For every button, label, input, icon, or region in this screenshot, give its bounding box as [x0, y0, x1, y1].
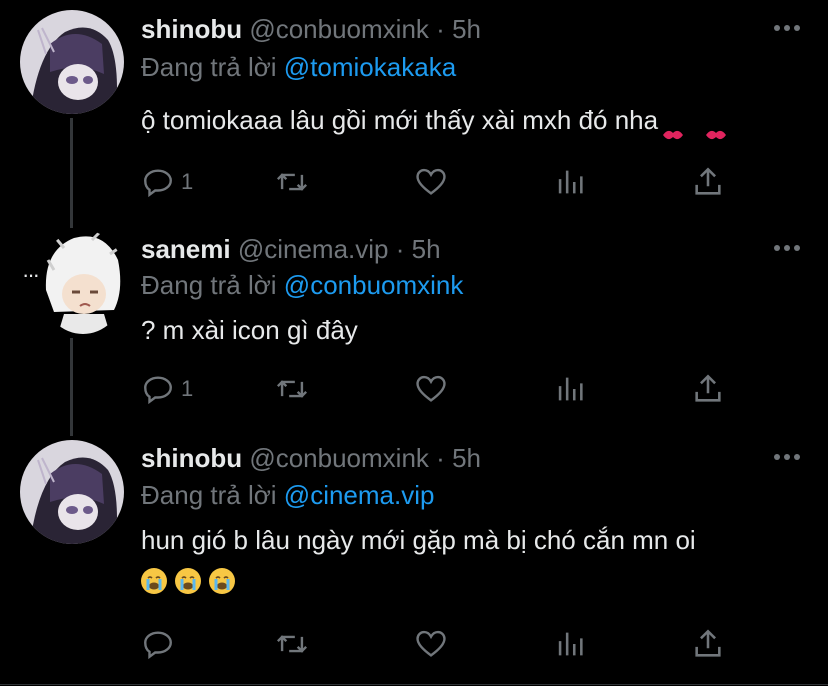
timestamp[interactable]: 5h — [412, 234, 441, 264]
avatar[interactable] — [44, 230, 122, 334]
tweet-text: ? m xài icon gì đây — [141, 312, 358, 348]
replying-to: Đang trả lời @cinema.vip — [141, 480, 434, 511]
replying-to-label: Đang trả lời — [141, 480, 277, 510]
replying-to: Đang trả lời @conbuomxink — [141, 270, 463, 301]
analytics-button[interactable] — [553, 162, 587, 202]
replying-to-label: Đang trả lời — [141, 52, 277, 82]
reply-icon — [144, 376, 172, 405]
crying-face-icon — [175, 568, 201, 594]
retweet-button[interactable] — [275, 624, 309, 664]
avatar[interactable] — [20, 440, 124, 544]
share-button[interactable] — [691, 369, 725, 409]
more-icon[interactable] — [774, 23, 800, 33]
share-button[interactable] — [691, 624, 725, 664]
tweet-actions: 1 — [141, 369, 761, 409]
retweet-icon — [276, 173, 308, 191]
timestamp[interactable]: 5h — [452, 443, 481, 473]
reply-count: 1 — [181, 376, 194, 401]
tweet-header: shinobu @conbuomxink · 5h — [141, 14, 481, 45]
retweet-icon — [276, 635, 308, 653]
tweet-header: shinobu @conbuomxink · 5h — [141, 443, 481, 474]
thread-line — [70, 338, 73, 436]
reply-button[interactable]: 1 — [141, 162, 193, 202]
reply-button[interactable]: 1 — [141, 369, 193, 409]
analytics-icon — [558, 632, 583, 656]
tweet-text: hun gió b lâu ngày mới gặp mà bị chó cắn… — [141, 522, 696, 558]
user-handle[interactable]: @cinema.vip — [238, 234, 389, 264]
retweet-button[interactable] — [275, 162, 309, 202]
tweet-actions — [141, 624, 761, 664]
tweet-actions: 1 — [141, 162, 761, 202]
replying-to: Đang trả lời @tomiokakaka — [141, 52, 456, 83]
like-button[interactable] — [414, 369, 448, 409]
more-icon[interactable] — [774, 243, 800, 253]
crying-face-icon — [141, 568, 167, 594]
share-icon — [695, 167, 721, 195]
share-button[interactable] — [691, 162, 725, 202]
tweet-text-content: ộ tomiokaaa lâu gồi mới thấy xài mxh đó … — [141, 105, 659, 135]
reply-button[interactable] — [141, 624, 181, 664]
analytics-button[interactable] — [553, 624, 587, 664]
timestamp[interactable]: 5h — [452, 14, 481, 44]
like-icon — [416, 168, 446, 195]
display-name[interactable]: sanemi — [141, 234, 231, 264]
emoji-row — [141, 568, 243, 598]
like-icon — [416, 630, 446, 657]
tweet-text-content: ? m xài icon gì đây — [141, 315, 358, 345]
retweet-icon — [276, 380, 308, 398]
like-icon — [416, 375, 446, 402]
display-name[interactable]: shinobu — [141, 443, 242, 473]
thread-line — [70, 118, 73, 228]
analytics-button[interactable] — [553, 369, 587, 409]
thread-ellipsis: ··· — [22, 262, 40, 287]
analytics-icon — [558, 170, 583, 194]
tweet-header: sanemi @cinema.vip · 5h — [141, 234, 441, 265]
analytics-icon — [558, 377, 583, 401]
mention-link[interactable]: @tomiokakaka — [284, 52, 456, 82]
divider — [0, 684, 828, 685]
reply-icon — [144, 169, 172, 198]
tweet-text-content: hun gió b lâu ngày mới gặp mà bị chó cắn… — [141, 525, 696, 555]
kiss-mark-icon — [662, 115, 684, 140]
kiss-mark-icon — [705, 115, 727, 140]
user-handle[interactable]: @conbuomxink — [249, 443, 429, 473]
mention-link[interactable]: @cinema.vip — [284, 480, 435, 510]
crying-face-icon — [209, 568, 235, 594]
more-icon[interactable] — [774, 452, 800, 462]
retweet-button[interactable] — [275, 369, 309, 409]
avatar[interactable] — [20, 10, 124, 114]
share-icon — [695, 629, 721, 657]
reply-icon — [144, 631, 172, 660]
like-button[interactable] — [414, 162, 448, 202]
separator-dot: · — [436, 443, 445, 473]
tweet-text: ộ tomiokaaa lâu gồi mới thấy xài mxh đó … — [141, 102, 727, 140]
share-icon — [695, 374, 721, 402]
reply-count: 1 — [181, 169, 194, 194]
separator-dot: · — [395, 234, 405, 264]
separator-dot: · — [436, 14, 445, 44]
replying-to-label: Đang trả lời — [141, 270, 277, 300]
display-name[interactable]: shinobu — [141, 14, 242, 44]
like-button[interactable] — [414, 624, 448, 664]
mention-link[interactable]: @conbuomxink — [284, 270, 464, 300]
user-handle[interactable]: @conbuomxink — [249, 14, 429, 44]
